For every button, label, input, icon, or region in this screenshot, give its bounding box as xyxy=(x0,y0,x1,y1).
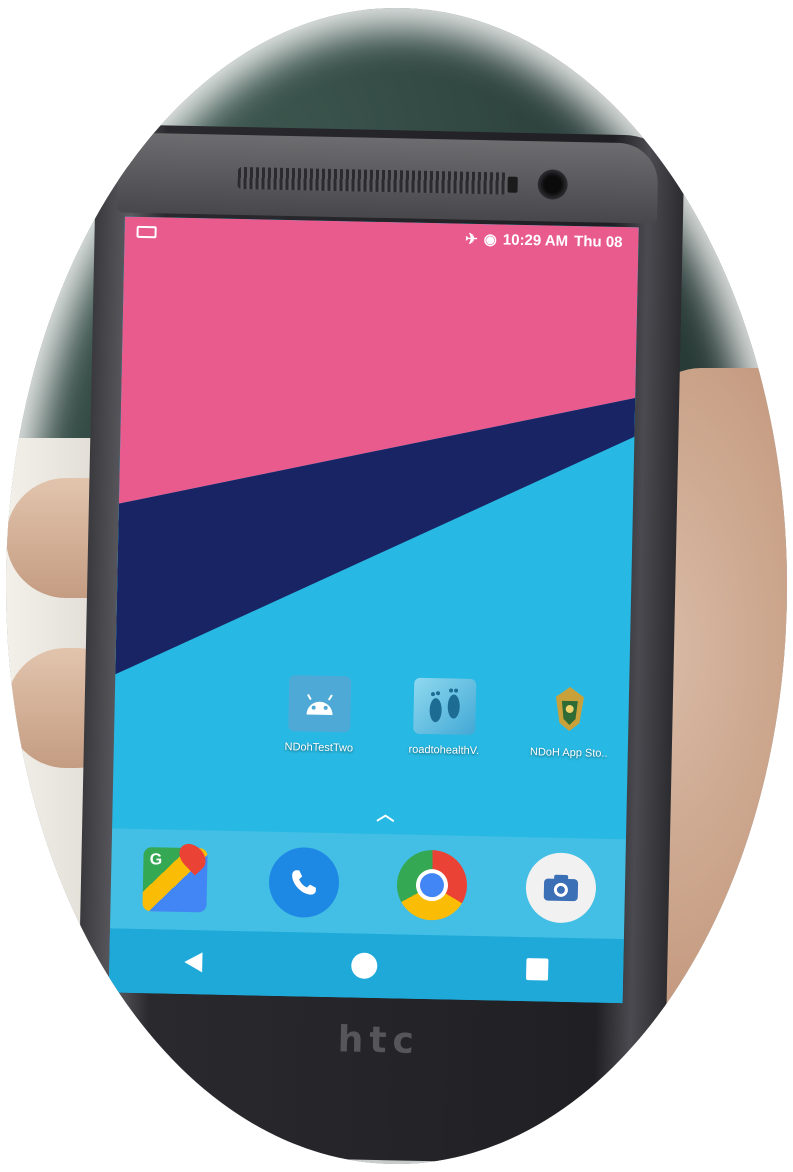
notification-icon xyxy=(136,225,157,239)
camera-icon[interactable] xyxy=(524,852,597,924)
data-saver-icon: ◉ xyxy=(483,231,498,249)
app-ndoh-app-store[interactable]: NDoH App Sto.. xyxy=(513,680,625,792)
coat-of-arms-icon xyxy=(538,680,601,737)
proximity-sensor xyxy=(507,176,518,193)
phone-icon[interactable] xyxy=(268,846,340,919)
photo-frame: ✈ ◉ 10:29 AM Thu 08 NDohTestTwo roadtohe… xyxy=(6,8,787,1164)
app-label: NDoH App Sto.. xyxy=(529,746,608,760)
svg-text:htc: htc xyxy=(337,1019,420,1061)
app-label: NDohTestTwo xyxy=(284,741,354,755)
app-roadtohealth[interactable]: roadtohealthV. xyxy=(388,677,500,789)
navigation-bar xyxy=(108,928,624,1004)
speaker-grille xyxy=(237,166,508,195)
chrome-icon[interactable] xyxy=(396,849,468,921)
phone-screen: ✈ ◉ 10:29 AM Thu 08 NDohTestTwo roadtohe… xyxy=(108,216,639,1004)
phone: ✈ ◉ 10:29 AM Thu 08 NDohTestTwo roadtohe… xyxy=(75,123,685,1164)
home-app-row: NDohTestTwo roadtohealthV. NDoH App Sto.… xyxy=(263,675,625,793)
htc-logo: htc xyxy=(337,1019,448,1071)
android-icon xyxy=(288,675,352,733)
phone-top-bezel xyxy=(117,132,659,224)
maps-icon: G xyxy=(142,838,212,913)
home-icon[interactable] xyxy=(350,952,378,980)
status-time: 10:29 AM xyxy=(502,230,569,250)
airplane-mode-icon: ✈ xyxy=(465,230,478,248)
status-day: Thu 08 xyxy=(573,232,623,251)
recents-icon[interactable] xyxy=(526,958,549,981)
dock: G xyxy=(110,828,626,940)
front-camera xyxy=(537,169,568,200)
back-icon[interactable] xyxy=(183,951,203,973)
status-right: ✈ ◉ 10:29 AM Thu 08 xyxy=(465,230,623,251)
app-ndohtesttwo[interactable]: NDohTestTwo xyxy=(263,675,375,787)
dock-app-maps[interactable]: G xyxy=(140,838,212,915)
footprints-icon xyxy=(413,677,477,736)
app-label: roadtohealthV. xyxy=(408,743,480,758)
app-drawer-chevron-icon[interactable]: ︿ xyxy=(376,800,395,826)
